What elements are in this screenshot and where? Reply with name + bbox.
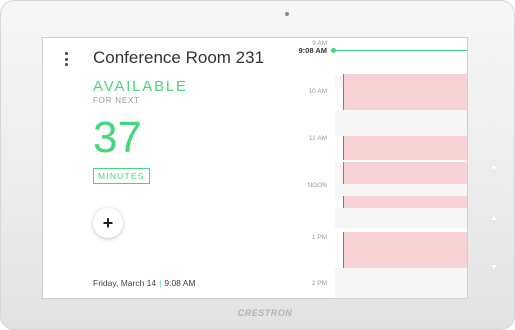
lightbulb-icon[interactable]: ● [485,158,503,176]
date-time-footer: Friday, March 14 | 9:08 AM [93,278,196,288]
for-next-label: FOR NEXT [93,96,140,105]
hour-label: 10 AM [308,88,327,95]
timeline-band [335,110,467,136]
current-time-dot [331,48,336,53]
meeting-block[interactable] [343,136,467,160]
timeline-band [335,268,467,298]
side-button-column: ⏻ ⌂ ● ▲ ▼ [485,58,503,288]
minutes-label: MINUTES [93,168,150,184]
meeting-block[interactable] [343,196,467,208]
availability-status: AVAILABLE [93,78,188,95]
current-time: 9:08 AM [164,278,196,288]
volume-up-icon[interactable]: ▲ [485,208,503,226]
schedule-timeline[interactable]: 9 AM 10 AM 11 AM NOON 1 PM 2 PM 9:08 AM [283,38,467,298]
hour-label: NOON [307,182,328,189]
volume-down-icon[interactable]: ▼ [485,258,503,276]
current-date: Friday, March 14 [93,278,157,288]
menu-icon[interactable] [65,52,69,66]
current-time-marker-label: 9:08 AM [298,46,327,55]
meeting-block[interactable] [343,162,467,184]
home-icon[interactable]: ⌂ [485,108,503,126]
meeting-block[interactable] [343,74,467,110]
touch-panel-device: Conference Room 231 AVAILABLE FOR NEXT 3… [0,0,515,330]
room-title: Conference Room 231 [93,48,265,67]
screen: Conference Room 231 AVAILABLE FOR NEXT 3… [43,38,467,298]
hour-label: 11 AM [309,135,327,142]
camera-lens [285,12,289,16]
minutes-remaining-value: 37 [93,113,142,162]
add-meeting-button[interactable]: + [93,208,123,238]
current-time-line [333,50,467,51]
hour-label: 1 PM [311,234,327,241]
power-icon[interactable]: ⏻ [485,58,503,76]
timeline-band [335,208,467,228]
hour-label: 2 PM [311,280,327,287]
brand-logo: CRESTRON [237,308,293,318]
meeting-block[interactable] [343,232,467,268]
